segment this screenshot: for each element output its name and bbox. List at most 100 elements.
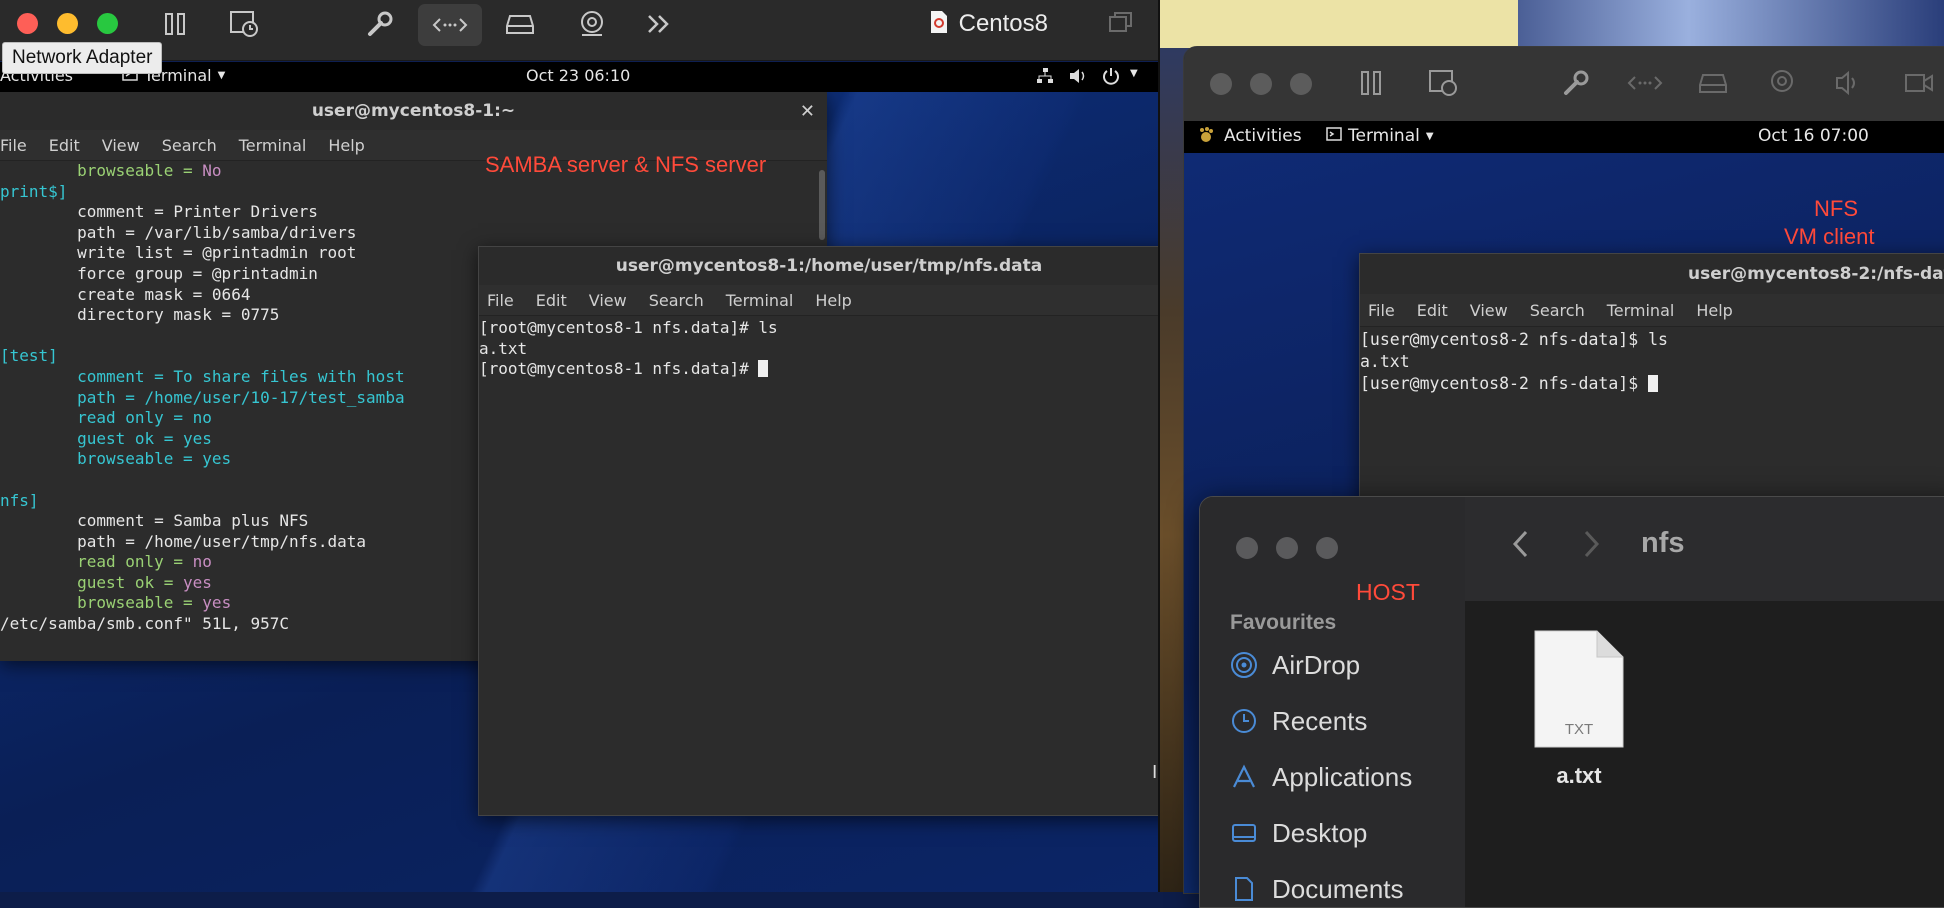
clock[interactable]: Oct 16 07:00 — [1758, 126, 1869, 146]
editor-text: browseable = — [0, 161, 203, 180]
prompt: [root@mycentos8-1 nfs.data]# — [479, 359, 759, 379]
caret-down-icon[interactable]: ▼ — [1130, 68, 1138, 79]
window-title: user@mycentos8-2:/nfs-data — [1360, 254, 1944, 295]
sidebar-item-airdrop[interactable]: AirDrop — [1230, 647, 1360, 683]
nfs-terminal-window[interactable]: user@mycentos8-1:/home/user/tmp/nfs.data… — [478, 246, 1160, 816]
editor-text: path = /home/user/10-17/test_samba — [0, 387, 405, 407]
pause-icon[interactable] — [160, 10, 190, 38]
editor-text: read only = no — [0, 408, 212, 428]
forward-icon[interactable] — [1581, 529, 1601, 563]
vm-window-centos8: Centos8 Network Adapter Activities Termi… — [0, 0, 1160, 892]
menu-help[interactable]: Help — [328, 136, 364, 155]
menu-terminal[interactable]: Terminal — [239, 136, 307, 155]
sidebar-item-label: Recents — [1272, 705, 1368, 736]
window-restore-icon[interactable] — [1108, 10, 1134, 38]
menu-terminal[interactable]: Terminal — [1607, 301, 1675, 320]
terminal-content[interactable]: [root@mycentos8-1 nfs.data]# ls a.txt [roo… — [479, 316, 1160, 815]
video-camera-icon[interactable] — [1904, 69, 1934, 97]
network-adapter-icon[interactable] — [418, 4, 482, 46]
app-menu-label: Terminal — [1348, 126, 1420, 146]
terminal-icon — [1326, 126, 1342, 146]
menu-search[interactable]: Search — [649, 291, 704, 310]
menu-edit[interactable]: Edit — [536, 291, 567, 310]
editor-line: comment = Printer Drivers — [0, 202, 827, 223]
menu-edit[interactable]: Edit — [49, 136, 80, 155]
zoom-window-button[interactable] — [1290, 73, 1312, 95]
close-window-button[interactable] — [17, 13, 38, 34]
snapshot-icon[interactable] — [1428, 69, 1458, 97]
annotation-line: VM client — [1784, 224, 1875, 249]
sidebar-item-recents[interactable]: Recents — [1230, 703, 1367, 739]
close-window-button[interactable] — [1236, 537, 1258, 559]
app-menu[interactable]: Terminal ▼ — [1326, 126, 1434, 146]
menu-file[interactable]: File — [487, 291, 514, 310]
text-file-icon: TXT — [1533, 629, 1625, 749]
minimize-window-button[interactable] — [1276, 537, 1298, 559]
hard-disk-icon[interactable] — [1698, 69, 1728, 97]
text-cursor — [758, 360, 769, 378]
vm-title: Centos8 — [958, 10, 1048, 37]
terminal-line: [root@mycentos8-1 nfs.data]# ls — [479, 318, 778, 337]
minimize-window-button[interactable] — [57, 13, 78, 34]
finder-toolbar: nfs — [1465, 497, 1944, 602]
close-window-button[interactable] — [1210, 73, 1232, 95]
network-adapter-icon[interactable] — [1627, 69, 1663, 97]
editor-text: write list = @printadmin root — [0, 243, 357, 263]
sidebar-item-documents[interactable]: Documents — [1230, 871, 1404, 907]
editor-text: force group = @printadmin — [0, 263, 318, 283]
editor-text: yes — [183, 572, 212, 592]
file-name: a.txt — [1556, 763, 1602, 788]
menu-view[interactable]: View — [102, 136, 140, 155]
menu-file[interactable]: File — [1368, 301, 1395, 320]
editor-text: /etc/samba/smb.conf" 51L, 957C — [0, 614, 289, 634]
wrench-icon[interactable] — [362, 10, 396, 38]
chevron-double-right-icon[interactable] — [642, 10, 676, 38]
text-cursor — [1648, 375, 1659, 392]
power-icon[interactable] — [1102, 67, 1120, 89]
desktop-icon — [1230, 819, 1258, 847]
menu-search[interactable]: Search — [162, 136, 217, 155]
hard-disk-icon[interactable] — [503, 10, 537, 38]
menu-search[interactable]: Search — [1530, 301, 1585, 320]
scrollbar[interactable] — [819, 170, 825, 240]
terminal-line: [user@mycentos8-2 nfs-data]$ — [1360, 373, 1944, 395]
menu-edit[interactable]: Edit — [1417, 301, 1448, 320]
gnome-foot-icon — [1198, 127, 1214, 148]
volume-icon[interactable] — [1068, 67, 1088, 89]
snapshot-icon[interactable] — [228, 10, 260, 38]
editor-text: guest ok = yes — [0, 428, 212, 448]
sidebar-item-desktop[interactable]: Desktop — [1230, 815, 1367, 851]
minimize-window-button[interactable] — [1250, 73, 1272, 95]
menu-help[interactable]: Help — [815, 291, 851, 310]
clock[interactable]: Oct 23 06:10 — [526, 66, 630, 85]
file-item[interactable]: TXT a.txt — [1519, 629, 1639, 789]
menu-help[interactable]: Help — [1696, 301, 1732, 320]
close-icon[interactable]: ✕ — [800, 101, 815, 122]
menu-view[interactable]: View — [1470, 301, 1508, 320]
nfs-client-terminal-window[interactable]: user@mycentos8-2:/nfs-data File Edit Vie… — [1359, 253, 1944, 525]
menu-file[interactable]: File — [0, 136, 27, 155]
pause-icon[interactable] — [1360, 69, 1382, 97]
activities-button[interactable]: Activities — [1224, 126, 1302, 146]
zoom-window-button[interactable] — [1316, 537, 1338, 559]
folder-title: nfs — [1641, 527, 1685, 559]
menu-terminal[interactable]: Terminal — [726, 291, 794, 310]
camera-icon[interactable] — [1767, 69, 1797, 97]
editor-text: guest ok = — [0, 572, 184, 592]
sidebar-item-label: Desktop — [1272, 817, 1368, 848]
zoom-window-button[interactable] — [97, 13, 118, 34]
sidebar-item-applications[interactable]: Applications — [1230, 759, 1412, 795]
speaker-icon[interactable] — [1834, 69, 1864, 97]
wrench-icon[interactable] — [1560, 69, 1590, 97]
annotation-host: HOST — [1356, 579, 1420, 605]
terminal-content[interactable]: [user@mycentos8-2 nfs-data]$ ls a.txt [use… — [1360, 327, 1944, 524]
camera-icon[interactable] — [575, 10, 609, 38]
document-icon — [1230, 875, 1258, 903]
vm-file-icon — [929, 10, 949, 38]
back-icon[interactable] — [1511, 529, 1531, 563]
sidebar-item-label: Applications — [1272, 761, 1413, 792]
menu-view[interactable]: View — [589, 291, 627, 310]
caret-down-icon: ▼ — [1425, 130, 1434, 142]
network-icon[interactable] — [1036, 67, 1054, 89]
finder-window[interactable]: HOST Favourites AirDrop Recents Applicat… — [1199, 496, 1944, 908]
